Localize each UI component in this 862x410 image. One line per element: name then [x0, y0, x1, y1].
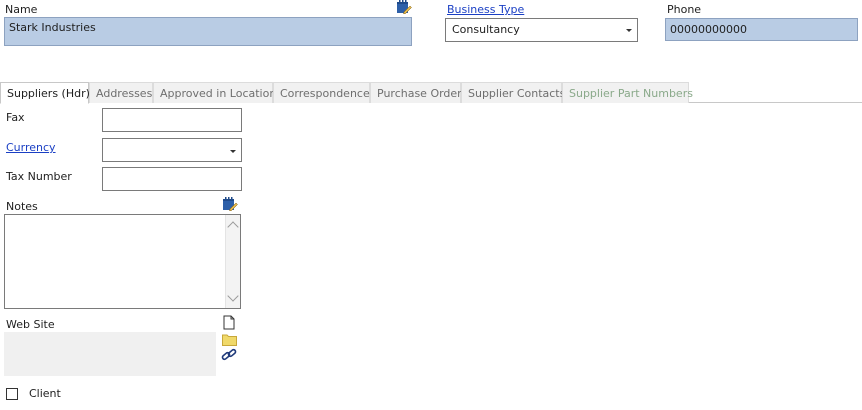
tab-strip: Suppliers (Hdr) Addresses Approved in Lo… [0, 82, 862, 104]
currency-link[interactable]: Currency [6, 141, 56, 154]
notes-label: Notes [6, 200, 38, 213]
tab-purchase-order[interactable]: Purchase Order [370, 82, 462, 103]
business-type-select[interactable]: Consultancy [445, 18, 638, 42]
tab-correspondence[interactable]: Correspondence [273, 82, 370, 103]
edit-notes-icon[interactable] [396, 0, 412, 15]
tab-supplier-part-numbers[interactable]: Supplier Part Numbers [562, 82, 693, 103]
business-type-link[interactable]: Business Type [447, 3, 524, 16]
fax-input[interactable] [102, 108, 242, 132]
phone-label: Phone [667, 3, 702, 16]
name-label: Name [5, 3, 38, 16]
currency-select[interactable] [102, 138, 242, 162]
notes-scrollbar[interactable] [225, 215, 240, 308]
tab-supplier-contacts[interactable]: Supplier Contacts [461, 82, 565, 103]
name-field[interactable]: Stark Industries [4, 17, 412, 46]
tab-suppliers-hdr[interactable]: Suppliers (Hdr) [0, 82, 90, 104]
chevron-down-icon [230, 150, 236, 153]
folder-icon[interactable] [222, 333, 237, 346]
tab-approved-in-location[interactable]: Approved in Location [153, 82, 276, 103]
notes-textarea[interactable] [4, 214, 241, 309]
scroll-up-icon[interactable] [227, 221, 239, 233]
edit-notes-icon[interactable] [222, 197, 238, 212]
chevron-down-icon [626, 29, 632, 32]
phone-field[interactable]: 00000000000 [665, 18, 858, 41]
new-document-icon[interactable] [222, 315, 236, 330]
website-field[interactable] [4, 332, 216, 376]
tab-addresses[interactable]: Addresses [89, 82, 153, 103]
client-label: Client [29, 387, 61, 400]
link-icon[interactable] [221, 348, 237, 362]
client-checkbox[interactable] [6, 388, 18, 400]
website-label: Web Site [6, 318, 55, 331]
fax-label: Fax [6, 111, 25, 124]
scroll-down-icon[interactable] [227, 290, 239, 302]
business-type-value: Consultancy [452, 23, 520, 36]
tax-number-label: Tax Number [6, 170, 72, 183]
tax-number-input[interactable] [102, 167, 242, 191]
phone-value: 00000000000 [670, 23, 747, 36]
name-value: Stark Industries [9, 21, 96, 34]
